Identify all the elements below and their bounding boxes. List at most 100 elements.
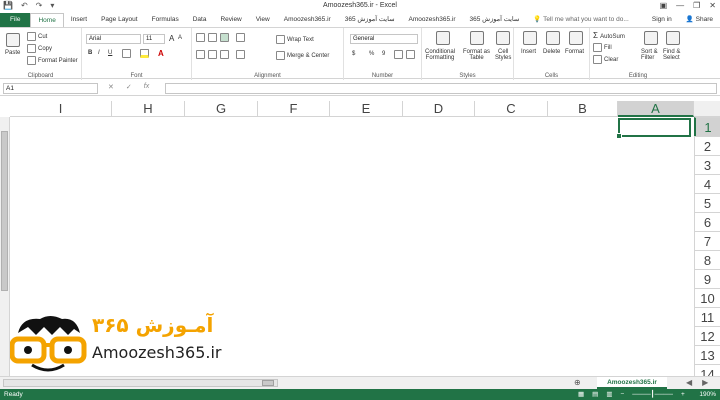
merge-center-button[interactable]: Merge & Center (276, 51, 329, 60)
clear-button[interactable]: Clear (593, 55, 618, 64)
column-header-e[interactable]: E (330, 101, 403, 117)
zoom-in-icon[interactable]: + (681, 389, 685, 400)
row-header-6[interactable]: 6 (694, 212, 720, 231)
insert-cells-button[interactable]: Insert (521, 49, 536, 55)
sheet-prev-icon[interactable]: ◀ (686, 378, 692, 387)
selected-cell-a1[interactable] (616, 118, 691, 139)
decrease-decimal-button[interactable] (406, 50, 417, 59)
paste-icon[interactable] (6, 33, 20, 47)
zoom-level[interactable]: 190% (699, 389, 716, 400)
sign-in-link[interactable]: Sign in (645, 13, 679, 27)
find-select-button[interactable]: Find & Select (663, 49, 680, 61)
row-header-7[interactable]: 7 (694, 231, 720, 250)
enter-icon[interactable]: ✓ (126, 83, 132, 91)
font-name-select[interactable]: Arial (86, 34, 141, 44)
tab-custom-1[interactable]: Amoozesh365.ir (277, 13, 338, 27)
tell-me-search[interactable]: 💡 Tell me what you want to do... (526, 13, 635, 27)
column-header-f[interactable]: F (258, 101, 330, 117)
close-icon[interactable]: ✕ (709, 1, 716, 10)
share-button[interactable]: 👤 Share (679, 13, 720, 27)
cancel-icon[interactable]: ✕ (108, 83, 114, 91)
select-all-corner[interactable] (694, 101, 720, 117)
tab-data[interactable]: Data (186, 13, 214, 27)
row-header-10[interactable]: 10 (694, 288, 720, 307)
row-header-13[interactable]: 13 (694, 345, 720, 364)
tab-view[interactable]: View (249, 13, 277, 27)
fill-color-button[interactable] (140, 49, 151, 58)
format-as-table-button[interactable]: Format as Table (463, 49, 490, 61)
tab-review[interactable]: Review (213, 13, 248, 27)
zoom-out-icon[interactable]: − (620, 389, 624, 400)
column-header-a[interactable]: A (618, 101, 694, 117)
minimize-icon[interactable]: — (676, 1, 684, 10)
cell-styles-button[interactable]: Cell Styles (495, 49, 511, 61)
row-header-1[interactable]: 1 (694, 117, 720, 136)
column-header-i[interactable]: I (10, 101, 112, 117)
insert-function-icon[interactable]: fx (144, 83, 149, 91)
column-header-b[interactable]: B (548, 101, 618, 117)
column-header-h[interactable]: H (112, 101, 185, 117)
page-break-view-icon[interactable]: ▥ (606, 389, 612, 400)
horizontal-scrollbar[interactable] (3, 379, 278, 387)
borders-button[interactable] (122, 49, 133, 58)
align-middle-button[interactable] (208, 33, 219, 42)
horizontal-scroll-thumb[interactable] (262, 380, 274, 386)
sort-filter-button[interactable]: Sort & Filter (641, 49, 658, 61)
number-format-select[interactable]: General (350, 34, 418, 44)
font-size-select[interactable]: 11 (143, 34, 165, 44)
align-top-button[interactable] (196, 33, 207, 42)
orientation-button[interactable] (236, 33, 247, 42)
tab-file[interactable]: File (0, 13, 31, 27)
zoom-slider[interactable]: ────┃──── (632, 389, 673, 400)
align-center-button[interactable] (208, 50, 219, 59)
row-header-14[interactable]: 14 (694, 364, 720, 382)
paste-button[interactable]: Paste (5, 50, 20, 56)
font-color-button[interactable]: A (158, 49, 164, 58)
tab-insert[interactable]: Insert (64, 13, 94, 27)
tab-formulas[interactable]: Formulas (145, 13, 186, 27)
format-painter-button[interactable]: Format Painter (27, 56, 78, 65)
row-header-9[interactable]: 9 (694, 269, 720, 288)
wrap-text-button[interactable]: Wrap Text (276, 35, 314, 44)
fill-button[interactable]: Fill (593, 43, 612, 52)
tab-custom-3[interactable]: Amoozesh365.ir (402, 13, 463, 27)
align-bottom-button[interactable] (220, 33, 231, 42)
restore-icon[interactable]: ❐ (693, 1, 700, 10)
tab-custom-4[interactable]: 365 سایت آموزش (463, 13, 527, 27)
row-header-4[interactable]: 4 (694, 174, 720, 193)
row-header-3[interactable]: 3 (694, 155, 720, 174)
comma-button[interactable]: 9 (382, 51, 385, 57)
tab-home[interactable]: Home (30, 13, 64, 27)
new-sheet-button[interactable]: ⊕ (574, 378, 581, 387)
currency-button[interactable]: $ (352, 51, 355, 57)
increase-decimal-button[interactable] (394, 50, 405, 59)
align-right-button[interactable] (220, 50, 231, 59)
sheet-tab-active[interactable]: Amoozesh365.ir (597, 377, 667, 389)
formula-input[interactable] (165, 83, 717, 94)
shrink-font-button[interactable]: A (178, 35, 182, 41)
ribbon-display-icon[interactable]: ▣ (660, 1, 668, 10)
name-box[interactable]: A1 (3, 83, 98, 94)
indent-button[interactable] (236, 50, 247, 59)
underline-button[interactable]: U (108, 50, 112, 56)
sheet-next-icon[interactable]: ▶ (702, 378, 708, 387)
percent-button[interactable]: % (369, 51, 374, 57)
tab-page-layout[interactable]: Page Layout (94, 13, 145, 27)
row-header-8[interactable]: 8 (694, 250, 720, 269)
cut-button[interactable]: Cut (27, 32, 47, 41)
column-header-c[interactable]: C (475, 101, 548, 117)
autosum-button[interactable]: Σ AutoSum (593, 31, 625, 40)
conditional-formatting-button[interactable]: Conditional Formatting (425, 49, 455, 61)
page-layout-view-icon[interactable]: ▤ (592, 389, 598, 400)
vertical-scroll-thumb[interactable] (1, 131, 8, 291)
bold-button[interactable]: B (88, 50, 92, 56)
row-header-5[interactable]: 5 (694, 193, 720, 212)
row-header-11[interactable]: 11 (694, 307, 720, 326)
column-header-g[interactable]: G (185, 101, 258, 117)
column-header-d[interactable]: D (403, 101, 475, 117)
delete-cells-button[interactable]: Delete (543, 49, 560, 55)
align-left-button[interactable] (196, 50, 207, 59)
normal-view-icon[interactable]: ▦ (578, 389, 584, 400)
tab-custom-2[interactable]: 365 سایت آموزش (338, 13, 402, 27)
row-header-2[interactable]: 2 (694, 136, 720, 155)
